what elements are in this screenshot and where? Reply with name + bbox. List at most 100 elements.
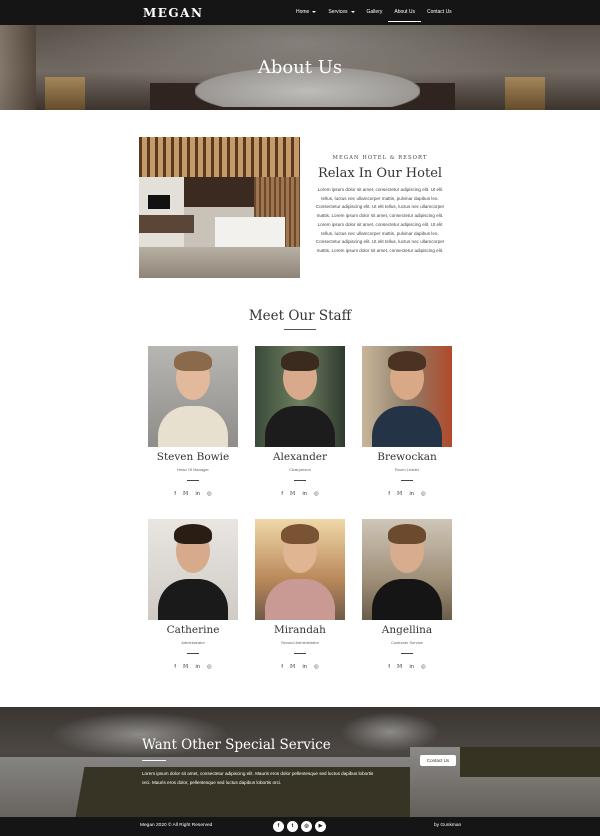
footer: Megan 2020 © All Right Reserved f t ◎ ▶ … <box>0 817 600 836</box>
staff-photo-hair <box>281 524 319 544</box>
staff-photo-body <box>158 406 228 447</box>
staff-photo-body <box>372 579 442 620</box>
youtube-icon[interactable]: ▶ <box>315 821 326 832</box>
nav-contact-label: Contact Us <box>426 9 452 15</box>
room-wall <box>139 177 184 247</box>
contact-us-button[interactable]: Contact Us <box>420 755 456 766</box>
nav-gallery[interactable]: Gallery <box>361 0 389 25</box>
chevron-down-icon <box>312 10 317 13</box>
staff-name: Alexander <box>272 451 328 463</box>
nav-about-us[interactable]: About Us <box>388 0 421 25</box>
staff-divider <box>294 480 306 481</box>
instagram-icon[interactable]: ◎ <box>301 821 312 832</box>
main-menu: Home Services Gallery About Us Contact U… <box>290 0 458 25</box>
staff-socials: f 𝕄in ◎ <box>148 664 238 671</box>
linkedin-icon[interactable]: in <box>303 491 307 498</box>
facebook-icon[interactable]: f <box>281 664 283 671</box>
service-divider <box>142 760 166 761</box>
linkedin-icon[interactable]: in <box>196 491 200 498</box>
about-paragraph: Lorem ipsum dolor sit amet, consectetur … <box>315 187 445 219</box>
instagram-icon[interactable]: ◎ <box>314 491 319 498</box>
linkedin-icon[interactable]: in <box>410 664 414 671</box>
instagram-icon[interactable]: ◎ <box>314 664 319 671</box>
brand-logo[interactable]: MEGAN <box>143 6 203 20</box>
instagram-icon[interactable]: ◎ <box>207 491 212 498</box>
nav-home[interactable]: Home <box>290 0 322 25</box>
facebook-icon[interactable]: f <box>388 664 390 671</box>
facebook-icon[interactable]: f <box>174 491 176 498</box>
hero-banner: About Us <box>0 25 600 110</box>
staff-divider <box>401 480 413 481</box>
staff-photo <box>255 346 345 447</box>
facebook-icon[interactable]: f <box>273 821 284 832</box>
staff-role: Administrator <box>181 640 205 645</box>
staff-photo <box>362 519 452 620</box>
staff-name: Mirandah <box>274 624 326 636</box>
room-bed <box>215 217 285 247</box>
facebook-icon[interactable]: f <box>174 664 176 671</box>
instagram-icon[interactable]: ◎ <box>207 664 212 671</box>
staff-photo-body <box>265 579 335 620</box>
top-navbar: MEGAN Home Services Gallery About Us Con… <box>0 0 600 25</box>
staff-photo-hair <box>388 524 426 544</box>
linkedin-icon[interactable]: in <box>196 664 200 671</box>
nav-gallery-label: Gallery <box>366 9 383 15</box>
staff-photo-hair <box>174 524 212 544</box>
staff-role: Head Of Manager <box>177 467 209 472</box>
linkedin-icon[interactable]: in <box>303 664 307 671</box>
staff-role: Second Administrator <box>280 640 320 645</box>
staff-divider <box>187 480 199 481</box>
twitter-icon[interactable]: 𝕄 <box>290 664 296 671</box>
staff-role: Room Leader <box>394 467 420 472</box>
service-overlay <box>0 707 600 817</box>
twitter-icon[interactable]: 𝕄 <box>397 664 403 671</box>
staff-divider <box>294 653 306 654</box>
linkedin-icon[interactable]: in <box>410 491 414 498</box>
footer-socials: f t ◎ ▶ <box>273 821 326 832</box>
room-floor <box>139 247 300 278</box>
staff-divider <box>187 653 199 654</box>
facebook-icon[interactable]: f <box>281 491 283 498</box>
copyright-text: Megan 2020 © All Right Reserved <box>140 823 213 828</box>
nav-services-label: Services <box>328 9 348 15</box>
twitter-icon[interactable]: t <box>287 821 298 832</box>
staff-photo-body <box>265 406 335 447</box>
nav-about-label: About Us <box>394 9 415 15</box>
staff-photo-hair <box>388 351 426 371</box>
staff-photo <box>148 519 238 620</box>
twitter-icon[interactable]: 𝕄 <box>183 664 189 671</box>
room-tv <box>148 195 170 209</box>
staff-photo-hair <box>281 351 319 371</box>
staff-role: Costumer Service <box>391 640 423 645</box>
staff-photo-hair <box>174 351 212 371</box>
staff-socials: f 𝕄in ◎ <box>362 664 452 671</box>
twitter-icon[interactable]: 𝕄 <box>183 491 189 498</box>
credit-text: by Gunkman <box>434 823 462 828</box>
twitter-icon[interactable]: 𝕄 <box>397 491 403 498</box>
staff-photo <box>148 346 238 447</box>
staff-socials: f 𝕄in ◎ <box>148 491 238 498</box>
nav-home-label: Home <box>296 9 310 15</box>
staff-socials: f 𝕄in ◎ <box>255 491 345 498</box>
facebook-icon[interactable]: f <box>388 491 390 498</box>
staff-role: Chairperson <box>289 467 311 472</box>
section-divider <box>284 329 316 330</box>
staff-photo <box>255 519 345 620</box>
service-banner: Want Other Special Service Lorem ipsum d… <box>0 707 600 817</box>
page-title: About Us <box>257 57 343 78</box>
hotel-room-image <box>139 137 300 278</box>
instagram-icon[interactable]: ◎ <box>421 664 426 671</box>
nav-services[interactable]: Services <box>322 0 360 25</box>
staff-photo <box>362 346 452 447</box>
staff-socials: f 𝕄in ◎ <box>362 491 452 498</box>
staff-name: Brewockan <box>377 451 437 463</box>
service-title: Want Other Special Service <box>142 737 331 753</box>
staff-name: Catherine <box>166 624 220 636</box>
nav-contact-us[interactable]: Contact Us <box>421 0 458 25</box>
staff-socials: f 𝕄in ◎ <box>255 664 345 671</box>
twitter-icon[interactable]: 𝕄 <box>290 491 296 498</box>
about-title: Relax In Our Hotel <box>317 166 443 181</box>
chevron-down-icon <box>350 10 355 13</box>
service-text: Lorem ipsum dolor sit amet, consectetur … <box>142 771 374 785</box>
instagram-icon[interactable]: ◎ <box>421 491 426 498</box>
